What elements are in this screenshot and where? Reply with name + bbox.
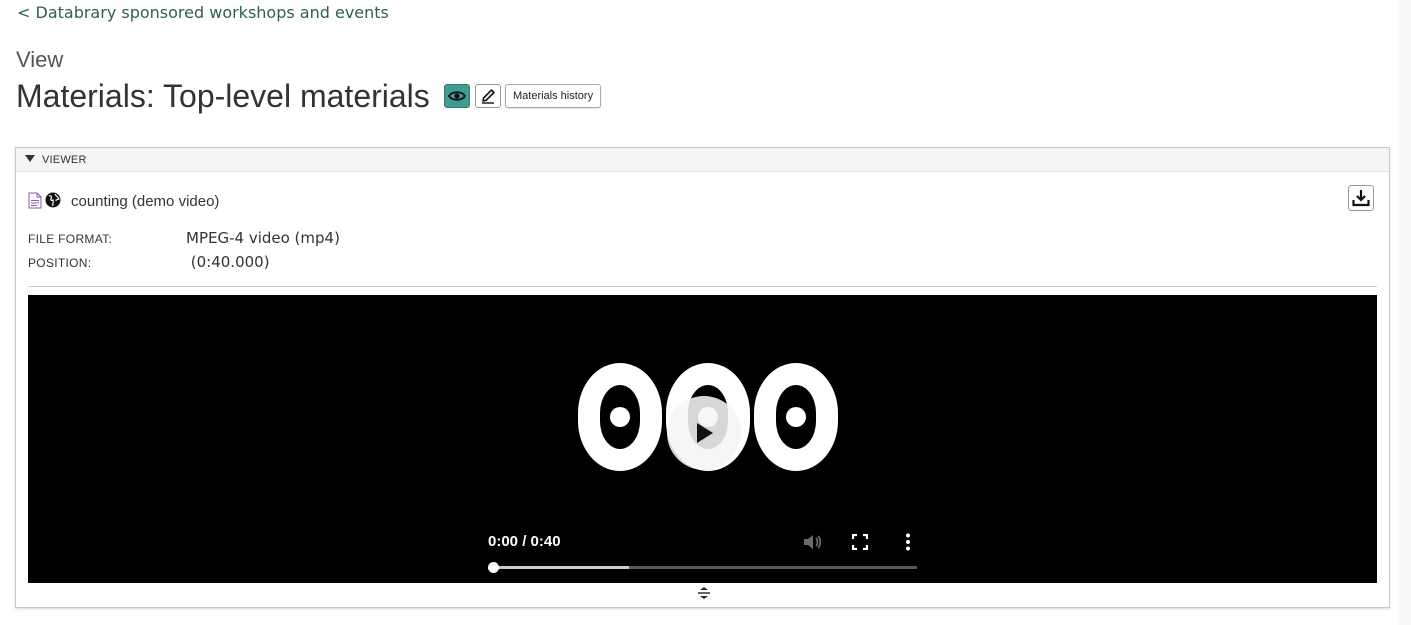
more-options-button[interactable]: [898, 532, 918, 552]
asset-name[interactable]: counting (demo video): [71, 193, 219, 210]
meta-row-position: POSITION: (0:40.000): [28, 253, 270, 271]
breadcrumb-back-link[interactable]: < Databrary sponsored workshops and even…: [17, 3, 389, 22]
meta-value: (0:40.000): [186, 253, 270, 271]
fullscreen-button[interactable]: [850, 532, 870, 552]
caret-down-icon: [25, 155, 35, 162]
progress-buffered: [494, 566, 630, 569]
play-button[interactable]: [667, 396, 741, 470]
title-actions: Materials history: [444, 84, 602, 108]
resize-handle[interactable]: [696, 585, 712, 601]
volume-muted-icon: [804, 535, 822, 549]
view-label: View: [16, 47, 64, 72]
progress-thumb[interactable]: [488, 562, 499, 573]
scrollbar-track[interactable]: [1399, 0, 1411, 625]
mp4-file-icon: [28, 192, 42, 208]
more-options-icon: [906, 533, 910, 551]
edit-mode-button[interactable]: [475, 84, 501, 108]
video-digit: [578, 363, 662, 471]
meta-label: POSITION:: [28, 256, 92, 270]
download-icon: [1352, 190, 1370, 207]
viewer-toggle[interactable]: VIEWER: [16, 148, 1389, 172]
resize-vertical-icon: [698, 587, 710, 599]
materials-history-button[interactable]: Materials history: [505, 84, 602, 108]
fullscreen-icon: [852, 534, 868, 550]
pencil-icon: [482, 89, 495, 104]
viewer-panel: VIEWER counting (demo video) FILE FORMAT…: [15, 147, 1390, 608]
meta-row-file-format: FILE FORMAT: MPEG-4 video (mp4): [28, 229, 340, 247]
mute-button[interactable]: [802, 532, 822, 552]
progress-bar[interactable]: [488, 562, 917, 573]
eye-icon: [448, 91, 466, 101]
play-icon: [697, 423, 713, 443]
asset-row: counting (demo video): [28, 190, 219, 210]
page-title: Materials: Top-level materials: [16, 78, 430, 114]
meta-label: FILE FORMAT:: [28, 232, 113, 246]
video-digit: [754, 363, 838, 471]
view-mode-button[interactable]: [444, 84, 470, 108]
page: < Databrary sponsored workshops and even…: [0, 0, 1411, 625]
globe-icon: [45, 192, 61, 208]
meta-value: MPEG-4 video (mp4): [186, 229, 340, 247]
time-display: 0:00 / 0:40: [488, 533, 561, 550]
download-button[interactable]: [1348, 185, 1374, 211]
viewer-section-label: VIEWER: [42, 153, 87, 166]
video-player[interactable]: 0:00 / 0:40: [28, 295, 1377, 583]
divider: [28, 286, 1377, 287]
